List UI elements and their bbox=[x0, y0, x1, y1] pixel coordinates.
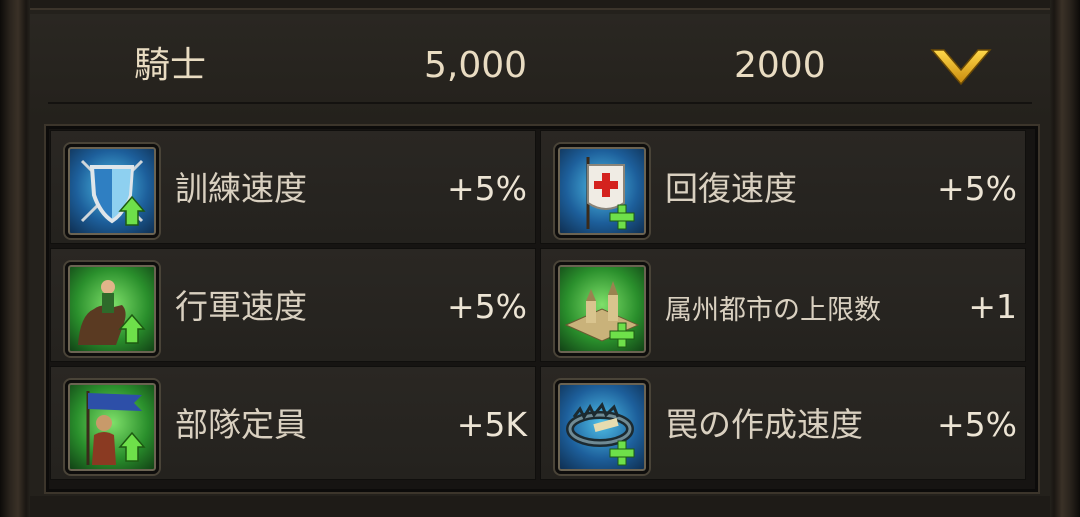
bonus-item-troop-capacity: 部隊定員 +5K bbox=[50, 366, 536, 480]
bonus-label: 罠の作成速度 bbox=[665, 405, 863, 444]
city-icon bbox=[555, 262, 649, 356]
unit-count: 5,000 bbox=[424, 45, 528, 86]
bonus-item-training-speed: 訓練速度 +5% bbox=[50, 130, 536, 244]
previous-row-edge bbox=[30, 0, 1050, 10]
bonus-label: 部隊定員 bbox=[175, 405, 307, 444]
bonus-item-march-speed: 行軍速度 +5% bbox=[50, 248, 536, 362]
unit-row[interactable]: 騎士 5,000 2000 bbox=[30, 14, 1050, 120]
soldier-banner-icon bbox=[65, 380, 159, 474]
trap-icon bbox=[555, 380, 649, 474]
bonus-value: +5% bbox=[936, 169, 1017, 208]
bonus-value: +1 bbox=[968, 287, 1017, 326]
unit-power: 2000 bbox=[734, 45, 826, 86]
chevron-down-icon[interactable] bbox=[930, 44, 992, 88]
next-row-edge bbox=[30, 496, 1050, 517]
bonus-item-recovery-speed: 回復速度 +5% bbox=[540, 130, 1026, 244]
bonus-label: 回復速度 bbox=[665, 169, 797, 208]
bonus-item-trap-crafting-speed: 罠の作成速度 +5% bbox=[540, 366, 1026, 480]
row-divider bbox=[48, 102, 1032, 104]
bonus-label: 訓練速度 bbox=[175, 169, 307, 208]
shield-training-icon bbox=[65, 144, 159, 238]
bonus-item-province-city-cap: 属州都市の上限数 +1 bbox=[540, 248, 1026, 362]
bonus-panel: 訓練速度 +5% 回復速度 +5% 行軍速度 +5% 属州都市の上限数 +1 部… bbox=[44, 124, 1040, 494]
bonus-label: 属州都市の上限数 bbox=[665, 295, 881, 326]
healing-banner-icon bbox=[555, 144, 649, 238]
bonus-value: +5% bbox=[446, 169, 527, 208]
bonus-value: +5% bbox=[936, 405, 1017, 444]
cavalry-march-icon bbox=[65, 262, 159, 356]
bonus-value: +5% bbox=[446, 287, 527, 326]
unit-name: 騎士 bbox=[134, 45, 207, 86]
bonus-value: +5K bbox=[456, 405, 527, 444]
bonus-label: 行軍速度 bbox=[175, 287, 307, 326]
unit-detail-window: 騎士 5,000 2000 訓練速度 +5% 回復速度 +5% 行軍速度 +5%… bbox=[0, 0, 1080, 517]
